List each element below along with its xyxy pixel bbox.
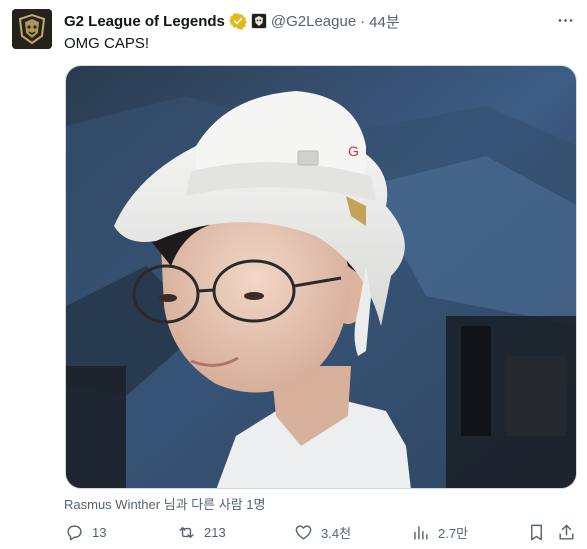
- more-dots-icon: [558, 18, 572, 22]
- share-icon: [559, 524, 574, 540]
- views-count: 2.7만: [438, 525, 469, 541]
- svg-text:G: G: [348, 143, 359, 159]
- heart-icon: [295, 524, 312, 540]
- views-chart-icon: [414, 525, 428, 540]
- retweet-count: 213: [204, 524, 226, 540]
- separator-dot: ·: [360, 12, 366, 30]
- g2-logo-icon: [12, 9, 52, 49]
- tweet-actions: 13 213 3.4천 2.7만: [57, 518, 579, 546]
- tagged-users[interactable]: Rasmus Winther 님과 다른 사람 1명: [64, 494, 265, 513]
- photo-image: G: [66, 66, 576, 488]
- more-options-button[interactable]: [553, 8, 577, 32]
- reply-count: 13: [92, 524, 107, 540]
- views-button[interactable]: 2.7만: [411, 518, 468, 546]
- share-button[interactable]: [557, 518, 576, 546]
- bookmark-button[interactable]: [527, 518, 546, 546]
- bookmark-icon: [531, 524, 542, 540]
- tweet-photo[interactable]: G: [65, 65, 577, 489]
- author-avatar[interactable]: [12, 9, 52, 49]
- tweet-time[interactable]: 44분: [369, 11, 400, 32]
- retweet-icon: [179, 526, 194, 538]
- author-handle[interactable]: @G2League: [271, 13, 356, 30]
- author-name[interactable]: G2 League of Legends: [64, 13, 225, 30]
- tweet-header: G2 League of Legends @G2League · 44분: [64, 11, 400, 31]
- verified-badge-icon[interactable]: [228, 12, 247, 30]
- reply-button[interactable]: 13: [65, 518, 106, 546]
- reply-icon: [67, 524, 82, 540]
- g2-affiliate-icon[interactable]: [250, 13, 267, 29]
- tweet-text: OMG CAPS!: [64, 35, 150, 52]
- retweet-button[interactable]: 213: [177, 518, 226, 546]
- like-count: 3.4천: [321, 525, 352, 541]
- like-button[interactable]: 3.4천: [294, 518, 351, 546]
